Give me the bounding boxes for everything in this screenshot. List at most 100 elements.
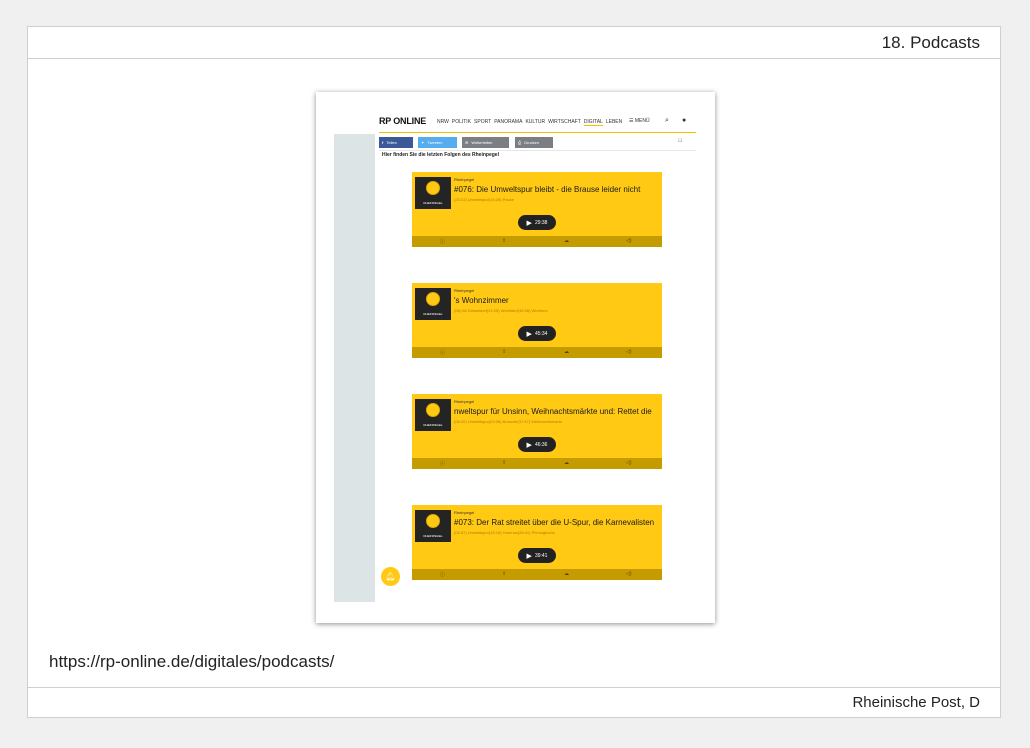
print-icon: ⎙ — [518, 140, 522, 145]
podcast-cover: RHEINPEGEL — [415, 177, 451, 209]
site-nav: RP ONLINE NRW POLITIK SPORT PANORAMA KUL… — [379, 112, 696, 133]
facebook-share-label: Teilen — [386, 140, 397, 145]
play-button[interactable]: ▶ 46:36 — [518, 437, 556, 452]
play-duration: 46:36 — [534, 441, 548, 448]
share-bar: f Teilen ✦ Tweeten ✉ Weiterleiten ⎙ Druc… — [379, 135, 696, 151]
play-icon: ▶ — [526, 219, 532, 227]
download-icon[interactable]: ☁ — [564, 571, 569, 577]
bookmark-icon[interactable]: ⌑ — [678, 137, 682, 145]
cover-brand: RHEINPEGEL — [423, 201, 443, 205]
player-title: #073: Der Rat streitet über die U-Spur, … — [454, 518, 655, 527]
player-channel: Rheinpegel — [454, 510, 475, 515]
player-channel: Rheinpegel — [454, 177, 475, 182]
facebook-icon: f — [382, 140, 384, 145]
screenshot-frame: RP ONLINE NRW POLITIK SPORT PANORAMA KUL… — [316, 92, 715, 623]
download-icon[interactable]: ☁ — [564, 349, 569, 355]
player-title: #076: Die Umweltspur bleibt - die Brause… — [454, 185, 641, 194]
player-channel: Rheinpegel — [454, 288, 475, 293]
info-icon[interactable]: ⓘ — [440, 571, 445, 578]
nav-item-sport[interactable]: SPORT — [474, 119, 491, 126]
player-chapters[interactable]: (04:57) Umweltspur(15:18) Hoerrow(28:41)… — [454, 530, 555, 535]
player-chapters[interactable]: (04:20) Umweltspur(22:38) Brosche(37:47)… — [454, 419, 562, 424]
nav-item-wirtschaft[interactable]: WIRTSCHAFT — [548, 119, 581, 126]
nav-item-nrw[interactable]: NRW — [437, 119, 449, 126]
email-share-label: Weiterleiten — [471, 140, 493, 145]
menu-button[interactable]: ☰ MENÜ — [629, 118, 650, 124]
website: RP ONLINE NRW POLITIK SPORT PANORAMA KUL… — [334, 112, 696, 602]
slide: 18. Podcasts RP ONLINE NRW POLITIK SPORT… — [27, 26, 1001, 718]
rheinpegel-logo-icon — [426, 181, 440, 195]
nav-item-leben[interactable]: LEBEN — [606, 119, 622, 126]
volume-icon[interactable]: ◁) — [626, 349, 632, 355]
play-button[interactable]: ▶ 45:34 — [518, 326, 556, 341]
source-label: Rheinische Post, D — [852, 694, 980, 711]
nav-items: NRW POLITIK SPORT PANORAMA KULTUR WIRTSC… — [437, 119, 622, 126]
play-duration: 39:41 — [534, 552, 548, 559]
volume-icon[interactable]: ◁) — [626, 238, 632, 244]
player-chapters[interactable]: (08) Alt Düsseldorf(21:05) Wohlfahrt(32:… — [454, 308, 548, 313]
rheinpegel-logo-icon — [426, 403, 440, 417]
nav-item-panorama[interactable]: PANORAMA — [494, 119, 522, 126]
player-chapters[interactable]: (23:31) Umweltspur(15:25) Pause — [454, 197, 514, 202]
slide-title: 18. Podcasts — [881, 33, 980, 52]
volume-icon[interactable]: ◁) — [626, 571, 632, 577]
player-toolbar: ⓘ ⇪ ☁ ◁) — [412, 458, 662, 469]
download-icon[interactable]: ☁ — [564, 238, 569, 244]
info-icon[interactable]: ⓘ — [440, 349, 445, 356]
intro-text: Hier finden Sie die letzten Folgen des R… — [382, 152, 499, 158]
print-label: Drucken — [524, 140, 540, 145]
user-icon[interactable]: ● — [682, 117, 686, 124]
player-channel: Rheinpegel — [454, 399, 475, 404]
print-button[interactable]: ⎙ Drucken — [515, 137, 553, 148]
info-icon[interactable]: ⓘ — [440, 460, 445, 467]
notification-bell-icon[interactable]: 🔔︎ — [381, 567, 400, 586]
player-title: 's Wohnzimmer — [454, 296, 509, 305]
player-title: nweltspur für Unsinn, Weihnachtsmärkte u… — [454, 407, 652, 416]
podcast-player: RHEINPEGEL Rheinpegel nweltspur für Unsi… — [412, 394, 662, 469]
play-duration: 29:38 — [534, 219, 548, 226]
download-icon[interactable]: ☁ — [564, 460, 569, 466]
play-icon: ▶ — [526, 441, 532, 449]
search-icon[interactable]: ⌕ — [665, 117, 669, 125]
mail-icon: ✉ — [465, 140, 469, 145]
volume-icon[interactable]: ◁) — [626, 460, 632, 466]
share-icon[interactable]: ⇪ — [502, 460, 506, 466]
slide-header: 18. Podcasts — [28, 27, 1000, 59]
play-icon: ▶ — [526, 330, 532, 338]
share-icon[interactable]: ⇪ — [502, 349, 506, 355]
play-button[interactable]: ▶ 29:38 — [518, 215, 556, 230]
player-toolbar: ⓘ ⇪ ☁ ◁) — [412, 347, 662, 358]
play-button[interactable]: ▶ 39:41 — [518, 548, 556, 563]
podcast-player: RHEINPEGEL Rheinpegel #076: Die Umweltsp… — [412, 172, 662, 247]
nav-item-kultur[interactable]: KULTUR — [525, 119, 545, 126]
player-toolbar: ⓘ ⇪ ☁ ◁) — [412, 236, 662, 247]
facebook-share-button[interactable]: f Teilen — [379, 137, 413, 148]
email-share-button[interactable]: ✉ Weiterleiten — [462, 137, 509, 148]
rheinpegel-logo-icon — [426, 514, 440, 528]
page-url: https://rp-online.de/digitales/podcasts/ — [49, 652, 335, 671]
nav-item-digital[interactable]: DIGITAL — [583, 119, 603, 126]
podcast-cover: RHEINPEGEL — [415, 510, 451, 542]
hamburger-icon: ☰ — [629, 118, 634, 124]
rheinpegel-logo-icon — [426, 292, 440, 306]
share-icon[interactable]: ⇪ — [502, 571, 506, 577]
left-rail — [334, 134, 375, 602]
share-icon[interactable]: ⇪ — [502, 238, 506, 244]
podcast-cover: RHEINPEGEL — [415, 288, 451, 320]
site-logo[interactable]: RP ONLINE — [379, 116, 426, 126]
twitter-share-label: Tweeten — [427, 140, 443, 145]
cover-brand: RHEINPEGEL — [423, 534, 443, 538]
cover-brand: RHEINPEGEL — [423, 423, 443, 427]
podcast-player: RHEINPEGEL Rheinpegel #073: Der Rat stre… — [412, 505, 662, 580]
slide-footer: Rheinische Post, D — [28, 687, 1000, 717]
menu-label: MENÜ — [634, 118, 650, 124]
cover-brand: RHEINPEGEL — [423, 312, 443, 316]
info-icon[interactable]: ⓘ — [440, 238, 445, 245]
twitter-icon: ✦ — [421, 140, 425, 145]
play-icon: ▶ — [526, 552, 532, 560]
nav-item-politik[interactable]: POLITIK — [452, 119, 471, 126]
podcast-cover: RHEINPEGEL — [415, 399, 451, 431]
play-duration: 45:34 — [534, 330, 548, 337]
podcast-player: RHEINPEGEL Rheinpegel 's Wohnzimmer (08)… — [412, 283, 662, 358]
twitter-share-button[interactable]: ✦ Tweeten — [418, 137, 457, 148]
